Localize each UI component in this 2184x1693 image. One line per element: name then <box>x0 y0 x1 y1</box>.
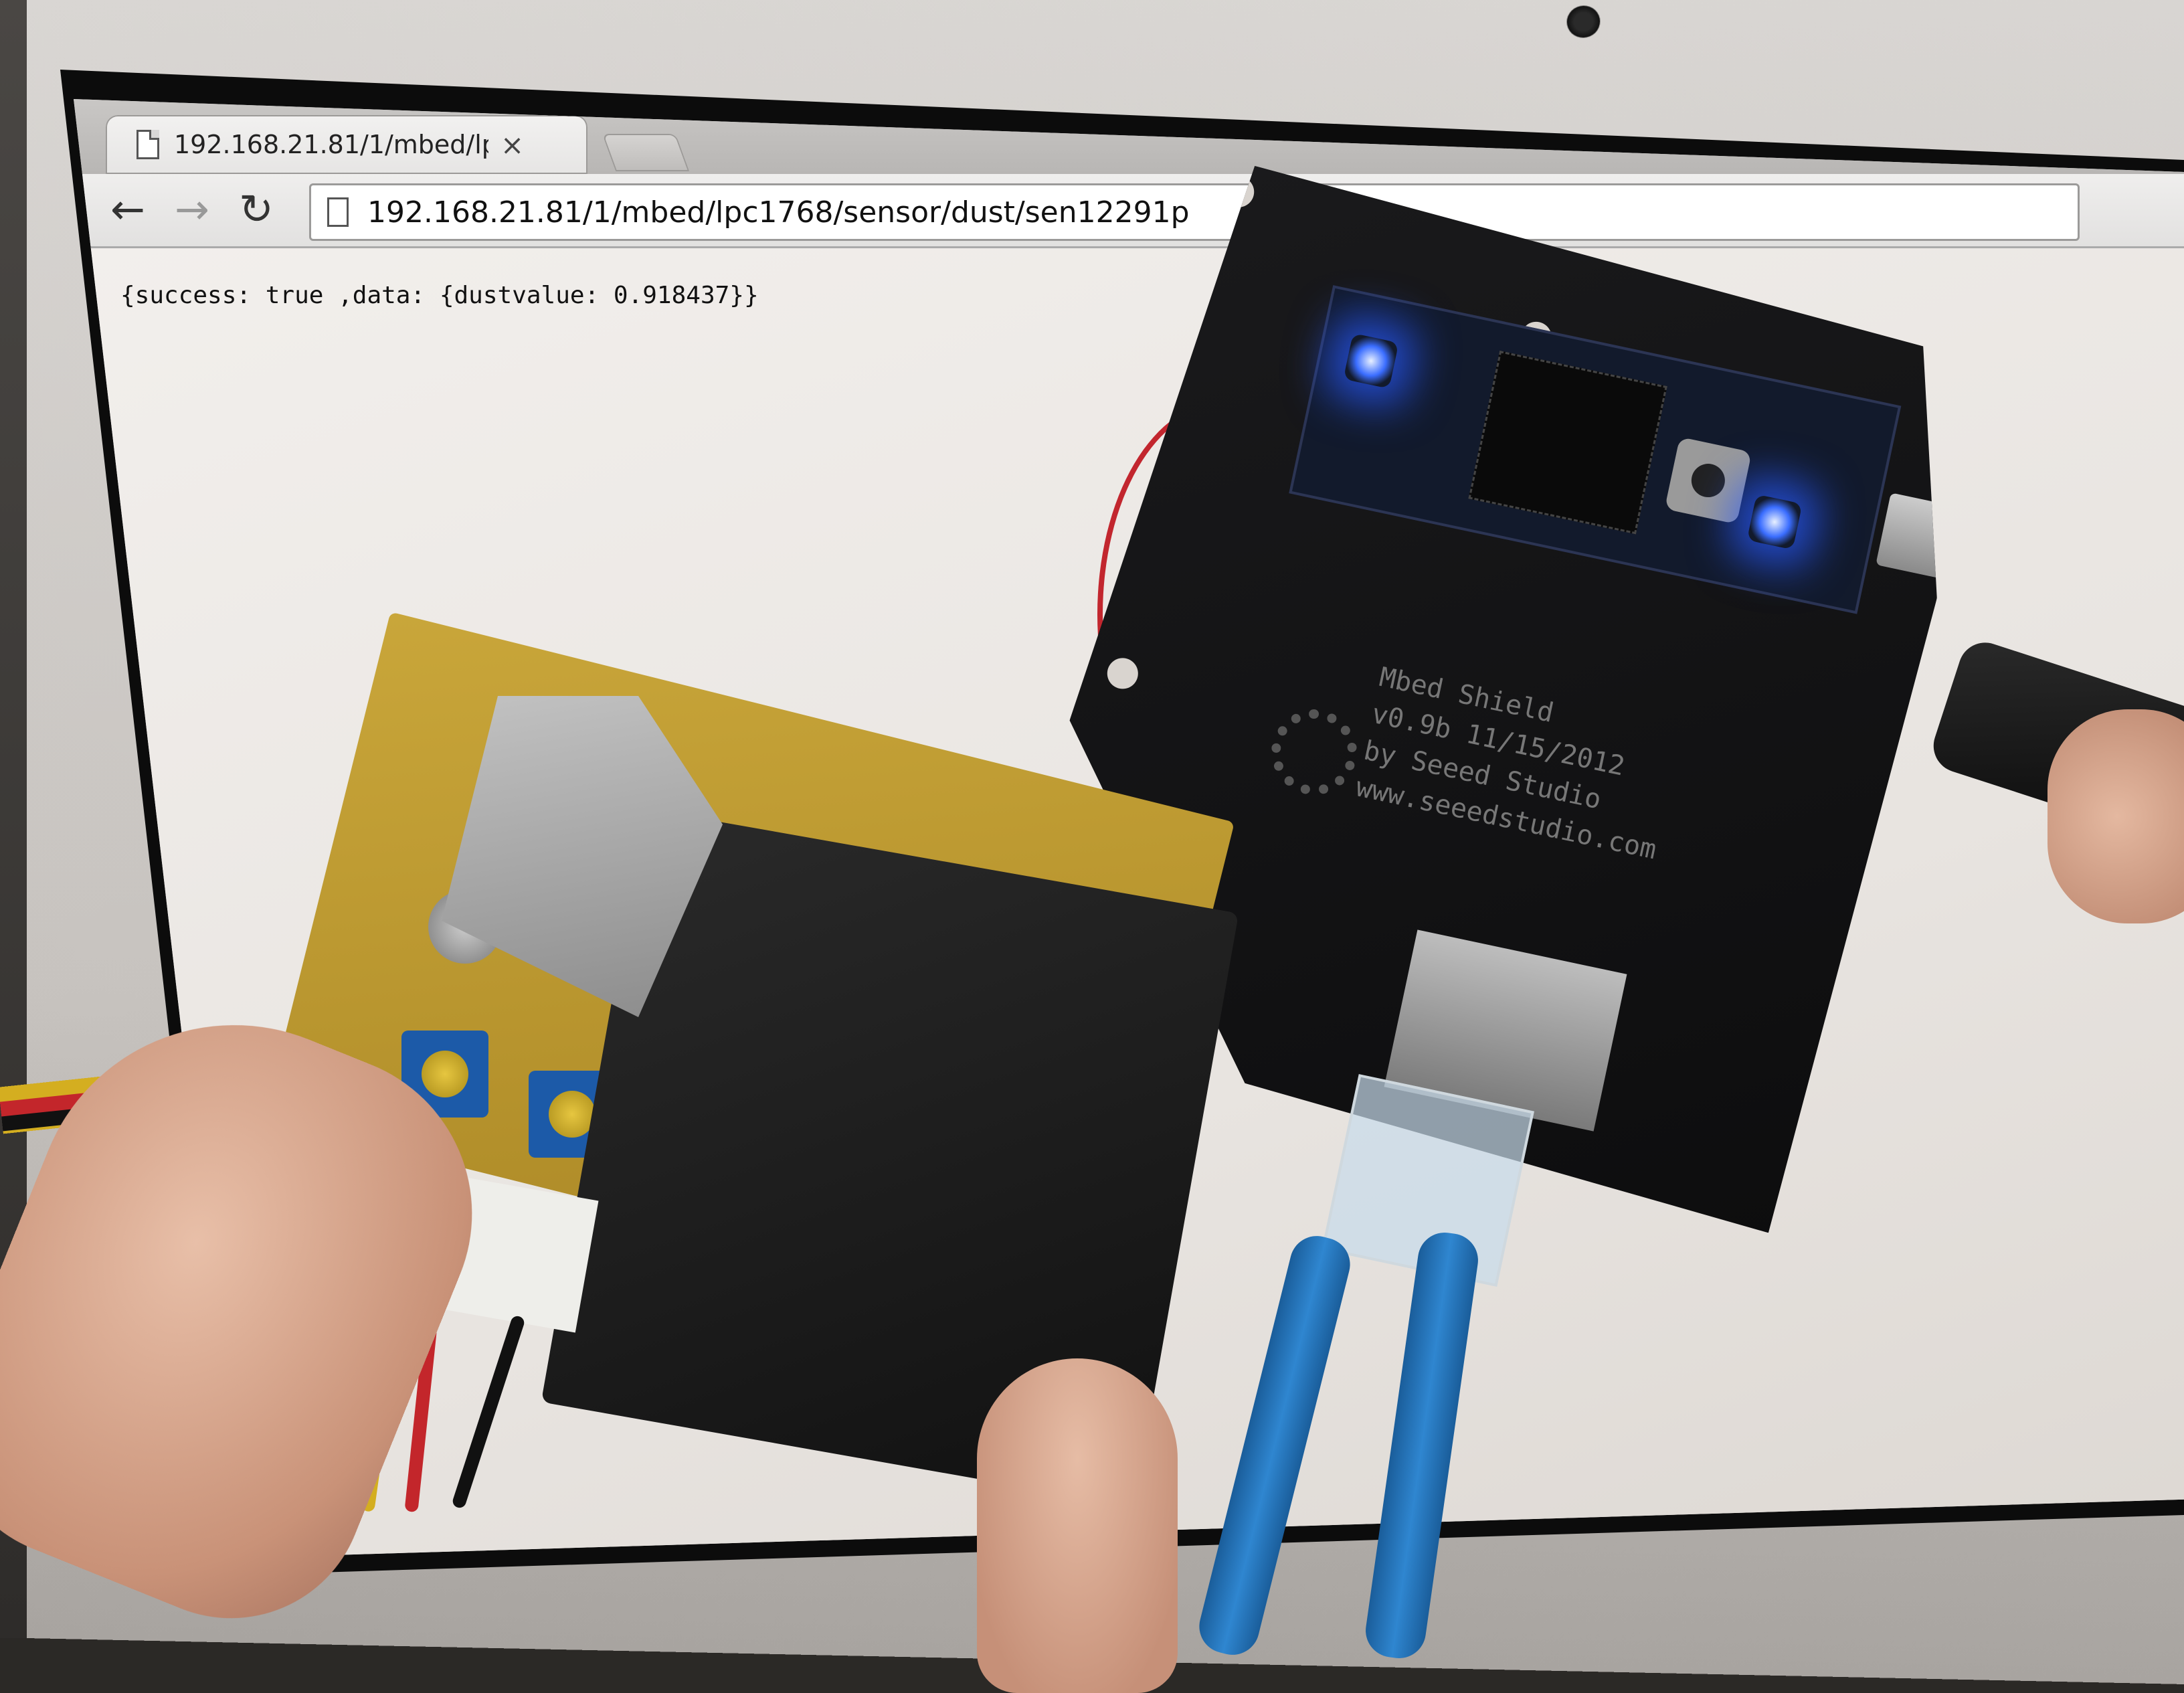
hand-right <box>2047 709 2184 923</box>
document-icon <box>327 197 349 227</box>
back-arrow-icon[interactable]: ← <box>106 187 150 232</box>
browser-toolbar: ← → ↻ 192.168.21.81/1/mbed/lpc1768/senso… <box>74 174 2184 248</box>
json-response-text: {success: true ,data: {dustvalue: 0.9184… <box>120 282 759 309</box>
close-icon[interactable]: × <box>500 128 524 161</box>
power-led <box>1344 333 1399 389</box>
new-tab-button[interactable] <box>602 134 690 171</box>
status-led <box>1747 495 1803 550</box>
microcontroller-chip <box>1468 351 1667 534</box>
tab-title: 192.168.21.81/1/mbed/lp <box>174 130 488 159</box>
address-url[interactable]: 192.168.21.81/1/mbed/lpc1768/sensor/dust… <box>367 195 1190 230</box>
document-icon <box>136 130 159 159</box>
board-silkscreen: Mbed Shield v0.9b 11/15/2012 by Seeed St… <box>1353 661 1659 866</box>
lpc1768-module <box>1289 285 1901 614</box>
address-bar[interactable]: 192.168.21.81/1/mbed/lpc1768/sensor/dust… <box>309 183 2080 241</box>
mounting-hole <box>1105 655 1142 692</box>
finger <box>977 1358 1178 1693</box>
reset-button <box>1665 437 1752 524</box>
webcam <box>1566 5 1601 38</box>
forward-arrow-icon[interactable]: → <box>170 187 214 232</box>
tab-active[interactable]: 192.168.21.81/1/mbed/lp × <box>106 115 587 174</box>
reload-icon[interactable]: ↻ <box>234 187 278 232</box>
gear-icon <box>1271 709 1357 795</box>
